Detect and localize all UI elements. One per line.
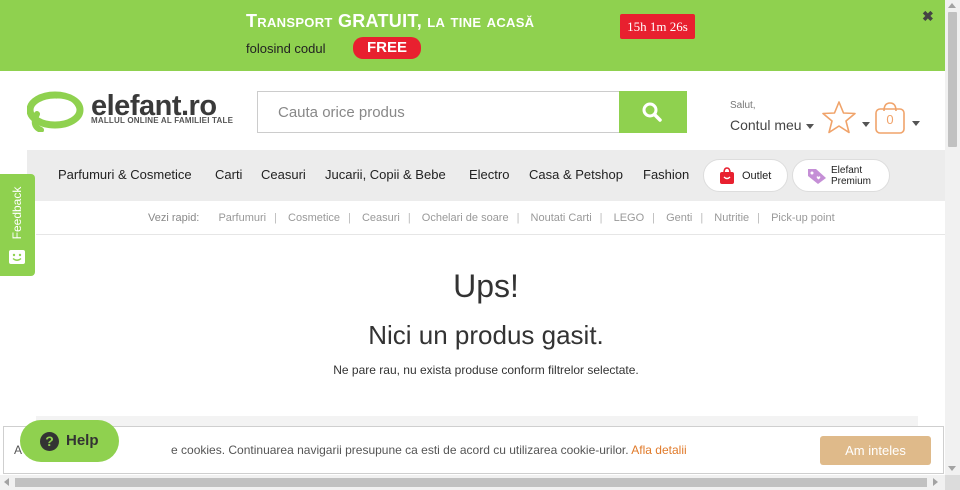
feedback-label: Feedback <box>10 186 24 240</box>
premium-button[interactable]: Elefant Premium <box>792 159 890 192</box>
empty-state-title: Ups! <box>453 268 519 304</box>
vertical-scrollbar[interactable] <box>945 0 960 490</box>
elephant-logo-icon <box>27 91 84 132</box>
separator: | <box>274 212 277 224</box>
cart-button[interactable]: 0 <box>873 101 920 137</box>
nav-item-casa-petshop[interactable]: Casa & Petshop <box>529 167 623 182</box>
smiley-icon <box>9 250 25 264</box>
logo-tagline: MALLUL ONLINE AL FAMILIEI TALE <box>91 116 234 125</box>
scroll-up-icon[interactable] <box>948 3 956 8</box>
separator: | <box>599 212 603 224</box>
quick-link-lego[interactable]: LEGO <box>614 212 645 224</box>
divider <box>36 234 945 235</box>
promo-title: Transport GRATUIT, la tine acasă <box>246 11 535 31</box>
quick-link-parfumuri[interactable]: Parfumuri <box>218 212 266 224</box>
premium-label: Elefant Premium <box>831 165 872 187</box>
chevron-down-icon <box>805 123 814 129</box>
outlet-label: Outlet <box>742 170 772 182</box>
search-bar <box>257 91 687 133</box>
quick-links: Vezi rapid: Parfumuri | Cosmetice | Ceasur… <box>148 212 835 224</box>
search-icon <box>642 102 662 122</box>
quick-link-noutati-carti[interactable]: Noutati Carti <box>531 212 592 224</box>
account-menu-label: Contul meu <box>730 117 802 133</box>
question-icon: ? <box>40 432 59 451</box>
promo-banner: Transport GRATUIT, la tine acasă folosin… <box>0 0 945 71</box>
site-logo[interactable]: elefant.ro MALLUL ONLINE AL FAMILIEI TAL… <box>27 90 237 132</box>
separator: | <box>407 212 411 224</box>
quick-link-nutritie[interactable]: Nutritie <box>714 212 749 224</box>
nav-item-ceasuri[interactable]: Ceasuri <box>261 167 306 182</box>
nav-item-carti[interactable]: Carti <box>215 167 242 182</box>
quick-links-label: Vezi rapid: <box>148 212 200 224</box>
scroll-down-icon[interactable] <box>948 466 956 471</box>
horizontal-scrollbar[interactable] <box>0 475 960 490</box>
chevron-down-icon <box>912 121 920 126</box>
search-button[interactable] <box>619 91 687 133</box>
cart-count: 0 <box>886 112 894 127</box>
promo-countdown: 15h 1m 26s <box>620 14 695 39</box>
scroll-left-icon[interactable] <box>4 478 9 486</box>
shopping-bag-icon <box>720 167 734 184</box>
promo-code-badge: FREE <box>353 37 421 59</box>
help-button[interactable]: ? Help <box>20 420 119 462</box>
empty-state-text: Ne pare rau, nu exista produse conform f… <box>333 363 639 377</box>
empty-state-subtitle: Nici un produs gasit. <box>368 320 604 350</box>
separator: | <box>652 212 656 224</box>
account: Salut, Contul meu <box>730 100 814 133</box>
quick-link-ceasuri[interactable]: Ceasuri <box>362 212 400 224</box>
separator: | <box>348 212 351 224</box>
nav-item-fashion[interactable]: Fashion <box>643 167 689 182</box>
nav-item-electro[interactable]: Electro <box>469 167 509 182</box>
separator: | <box>516 212 520 224</box>
cookie-accept-button[interactable]: Am inteles <box>820 436 931 465</box>
vertical-scroll-thumb[interactable] <box>948 12 957 147</box>
nav-item-jucarii[interactable]: Jucarii, Copii & Bebe <box>325 167 446 182</box>
account-greeting: Salut, <box>730 100 756 111</box>
separator: | <box>700 212 704 224</box>
account-menu-button[interactable]: Contul meu <box>730 117 814 133</box>
search-input[interactable] <box>258 92 620 132</box>
help-label: Help <box>66 432 99 449</box>
close-icon[interactable]: ✖ <box>922 8 934 25</box>
scrollbar-corner <box>945 475 960 490</box>
horizontal-scroll-thumb[interactable] <box>15 478 927 487</box>
wishlist-button[interactable] <box>820 99 870 137</box>
separator: | <box>757 212 760 224</box>
scroll-right-icon[interactable] <box>933 478 938 486</box>
cookie-text-body: e cookies. Continuarea navigarii presupu… <box>171 443 629 457</box>
nav-item-parfumuri-cosmetice[interactable]: Parfumuri & Cosmetice <box>58 167 192 182</box>
quick-link-pickup-point[interactable]: Pick-up point <box>771 212 835 224</box>
outlet-button[interactable]: Outlet <box>703 159 788 192</box>
tag-heart-icon <box>808 169 826 184</box>
feedback-tab[interactable]: Feedback <box>0 174 35 276</box>
cookie-bar: Ae cookies. Continuarea navigarii presup… <box>3 426 944 474</box>
quick-link-cosmetice[interactable]: Cosmetice <box>288 212 340 224</box>
star-icon <box>822 101 856 134</box>
chevron-down-icon <box>862 122 870 127</box>
cookie-details-link[interactable]: Afla detalii <box>631 443 686 457</box>
page: Transport GRATUIT, la tine acasă folosin… <box>0 0 960 490</box>
main-nav: Parfumuri & Cosmetice Carti Ceasuri Juca… <box>27 150 945 201</box>
quick-link-genti[interactable]: Genti <box>666 212 692 224</box>
quick-link-ochelari[interactable]: Ochelari de soare <box>422 212 509 224</box>
promo-code-prefix: folosind codul <box>246 41 326 56</box>
